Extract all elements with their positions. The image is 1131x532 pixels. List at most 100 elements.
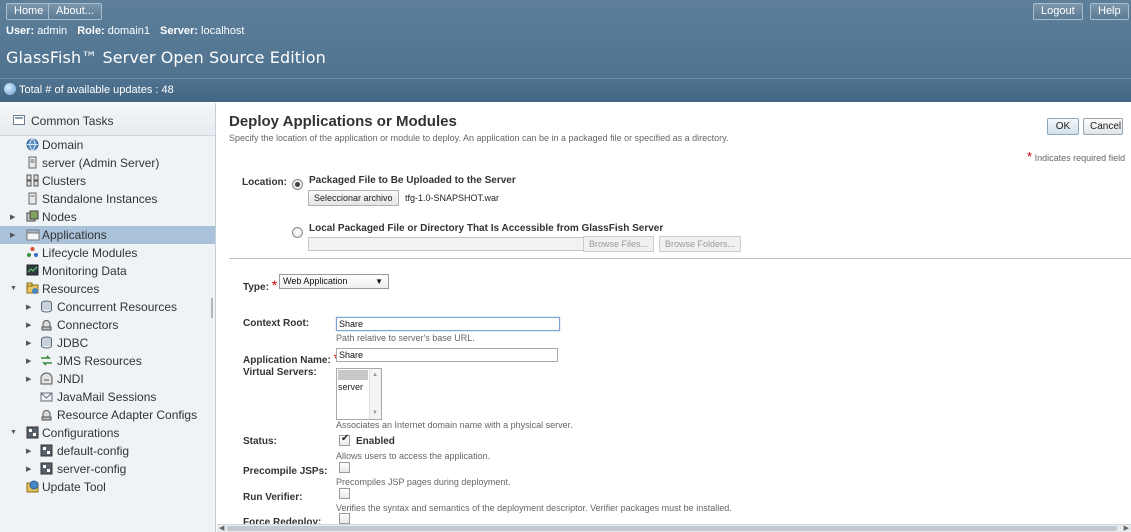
collapse-triangle-icon[interactable]: ▼ (10, 429, 17, 436)
lifecycle-icon (26, 246, 39, 259)
scrollbar[interactable]: ▲ ▼ (369, 369, 381, 419)
tree-label: default-config (57, 444, 130, 458)
list-item[interactable]: server (338, 382, 363, 392)
deploy-form: Deploy Applications or Modules Specify t… (217, 103, 1131, 532)
tree-label: server (Admin Server) (42, 156, 160, 170)
connector-icon (40, 318, 53, 331)
database-icon (40, 336, 53, 349)
tree-node-admin-server[interactable]: server (Admin Server) (0, 154, 215, 172)
scroll-right-icon[interactable]: ▶ (1124, 524, 1129, 532)
browse-files-button[interactable]: Browse Files... (583, 236, 655, 252)
choose-file-button[interactable]: Seleccionar archivo (308, 190, 399, 206)
tree-label: Lifecycle Modules (42, 246, 138, 260)
status-label: Status: (243, 436, 277, 447)
expand-triangle-icon[interactable]: ▶ (26, 375, 31, 383)
collapse-triangle-icon[interactable]: ▼ (10, 285, 17, 292)
updates-bar: Total # of available updates : 48 (0, 78, 1131, 102)
tree-node-monitoring-data[interactable]: Monitoring Data (0, 262, 215, 280)
logout-button[interactable]: Logout (1033, 3, 1083, 20)
tree-node-resource-adapter-configs[interactable]: Resource Adapter Configs (0, 406, 215, 424)
run-verifier-label: Run Verifier: (243, 492, 303, 503)
run-verifier-checkbox[interactable] (339, 488, 350, 499)
server-value: localhost (201, 25, 245, 37)
tree-node-default-config[interactable]: ▶ default-config (0, 442, 215, 460)
virtual-servers-label: Virtual Servers: (243, 367, 317, 378)
config-icon (40, 462, 53, 475)
horizontal-scrollbar[interactable]: ◀ ▶ (217, 524, 1131, 532)
mail-icon (40, 390, 53, 403)
expand-triangle-icon[interactable]: ▶ (10, 213, 15, 221)
dropdown-arrow-icon: ▼ (375, 277, 383, 286)
user-info: User: admin Role: domain1 Server: localh… (6, 25, 244, 37)
tree-label: JNDI (57, 372, 84, 386)
expand-triangle-icon[interactable]: ▶ (10, 231, 15, 239)
tree-node-concurrent-resources[interactable]: ▶ Concurrent Resources (0, 298, 215, 316)
scrollbar-thumb[interactable] (227, 526, 1117, 531)
scroll-left-icon[interactable]: ◀ (219, 524, 224, 532)
monitoring-icon (26, 264, 39, 277)
tree-node-lifecycle-modules[interactable]: Lifecycle Modules (0, 244, 215, 262)
pane-splitter[interactable] (211, 298, 213, 318)
connector-icon (40, 408, 53, 421)
tree-node-configurations[interactable]: ▼ Configurations (0, 424, 215, 442)
type-select[interactable]: Web Application ▼ (279, 274, 389, 289)
instances-icon (26, 192, 39, 205)
tree-node-server-config[interactable]: ▶ server-config (0, 460, 215, 478)
tree-label: Resource Adapter Configs (57, 408, 198, 422)
context-root-help: Path relative to server's base URL. (336, 333, 475, 343)
expand-triangle-icon[interactable]: ▶ (26, 357, 31, 365)
required-star: * (1027, 149, 1033, 164)
tree-node-jms-resources[interactable]: ▶ JMS Resources (0, 352, 215, 370)
force-redeploy-checkbox[interactable] (339, 513, 350, 524)
tree-node-update-tool[interactable]: Update Tool (0, 478, 215, 496)
precompile-jsps-checkbox[interactable] (339, 462, 350, 473)
product-brand: GlassFish™ Server Open Source Edition (6, 48, 326, 67)
updates-count-link[interactable]: Total # of available updates : 48 (19, 84, 174, 96)
tree-node-clusters[interactable]: Clusters (0, 172, 215, 190)
application-name-label: Application Name: * (243, 350, 339, 366)
tree-node-applications[interactable]: ▶ Applications (0, 226, 215, 244)
virtual-servers-list[interactable]: server ▲ ▼ (336, 368, 382, 420)
tree-label: JMS Resources (57, 354, 142, 368)
nodes-icon (26, 210, 39, 223)
jms-icon (40, 354, 53, 367)
required-star: * (271, 277, 278, 293)
expand-triangle-icon[interactable]: ▶ (26, 447, 31, 455)
tree-label: Resources (42, 282, 100, 296)
upload-radio[interactable] (292, 179, 303, 190)
ok-button[interactable]: OK (1047, 118, 1079, 135)
tree-node-standalone-instances[interactable]: Standalone Instances (0, 190, 215, 208)
tree-label: Applications (42, 228, 107, 242)
tree-label: Update Tool (42, 480, 106, 494)
common-tasks-icon (13, 115, 25, 125)
tree-label: Configurations (42, 426, 120, 440)
required-note-text: Indicates required field (1034, 153, 1126, 163)
applications-icon (26, 228, 40, 241)
tree-node-connectors[interactable]: ▶ Connectors (0, 316, 215, 334)
tree-node-domain[interactable]: Domain (0, 136, 215, 154)
expand-triangle-icon[interactable]: ▶ (26, 465, 31, 473)
enabled-checkbox[interactable] (339, 433, 350, 446)
cancel-button[interactable]: Cancel (1083, 118, 1123, 135)
common-tasks-header[interactable]: Common Tasks (0, 103, 215, 136)
location-label: Location: (242, 177, 287, 188)
tree-node-jdbc[interactable]: ▶ JDBC (0, 334, 215, 352)
local-file-radio[interactable] (292, 227, 303, 238)
expand-triangle-icon[interactable]: ▶ (26, 321, 31, 329)
context-root-input[interactable]: Share (336, 317, 560, 331)
tree-node-nodes[interactable]: ▶ Nodes (0, 208, 215, 226)
jndi-icon (40, 372, 53, 385)
required-field-note: * Indicates required field (1027, 149, 1125, 164)
expand-triangle-icon[interactable]: ▶ (26, 339, 31, 347)
tree-node-resources[interactable]: ▼ Resources (0, 280, 215, 298)
browse-folders-button[interactable]: Browse Folders... (659, 236, 742, 252)
help-button[interactable]: Help (1090, 3, 1129, 20)
expand-triangle-icon[interactable]: ▶ (26, 303, 31, 311)
role-label: Role: (77, 25, 105, 37)
home-button[interactable]: Home (6, 3, 52, 20)
tree-node-jndi[interactable]: ▶ JNDI (0, 370, 215, 388)
about-button[interactable]: About... (48, 3, 102, 20)
application-name-input[interactable]: Share (336, 348, 558, 362)
enabled-label: Enabled (356, 436, 395, 447)
tree-node-javamail-sessions[interactable]: JavaMail Sessions (0, 388, 215, 406)
